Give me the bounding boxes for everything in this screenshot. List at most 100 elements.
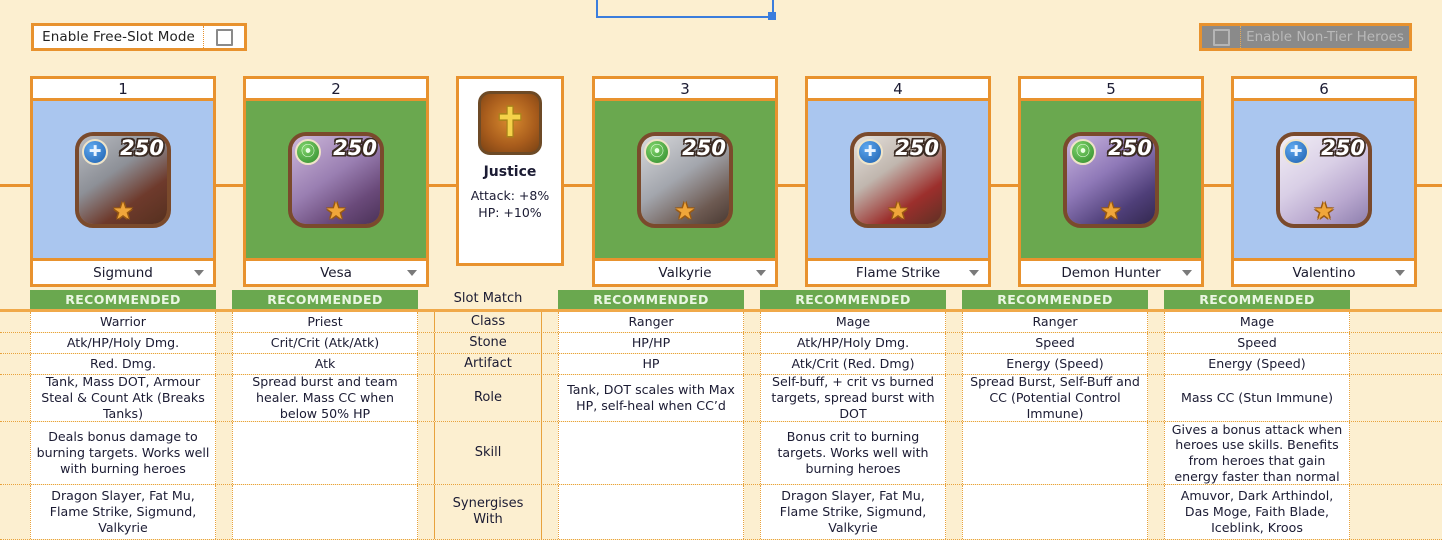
hero-avatar: ✚ 250 ★: [1276, 131, 1372, 228]
row-edge: [0, 422, 30, 484]
row-edge: [0, 354, 30, 374]
column-gap: [418, 422, 434, 484]
role-value: Tank, DOT scales with Max HP, self-heal …: [558, 375, 744, 421]
skill-value: Deals bonus damage to burning targets. W…: [30, 422, 216, 484]
hero-portrait[interactable]: ✚ 250 ★: [805, 101, 991, 261]
column-gap: [216, 312, 232, 332]
column-gap: [1148, 485, 1164, 539]
artifact-hp-stat: HP: +10%: [478, 204, 542, 220]
row-edge: [1350, 375, 1379, 421]
column-gap: [1148, 375, 1164, 421]
light-faction-icon: ✚: [1283, 138, 1309, 165]
chevron-down-icon[interactable]: [407, 269, 417, 276]
hero-avatar: ⦿ 250 ★: [1063, 131, 1159, 228]
artifact-value: Atk: [232, 354, 418, 374]
slot-number: 3: [592, 76, 778, 101]
chevron-down-icon[interactable]: [194, 269, 204, 276]
column-gap: [542, 354, 558, 374]
non-tier-heroes-checkbox[interactable]: [1202, 26, 1241, 48]
non-tier-heroes-label: Enable Non-Tier Heroes: [1246, 29, 1404, 45]
slot-card: 4 ✚ 250 ★ Flame Strike: [805, 76, 991, 287]
column-gap: [744, 333, 760, 353]
column-gap: [1148, 312, 1164, 332]
column-gap: [744, 312, 760, 332]
hero-portrait[interactable]: ⦿ 250 ★: [592, 101, 778, 261]
chevron-down-icon[interactable]: [756, 269, 766, 276]
hero-level: 250: [1108, 135, 1152, 160]
synergises-value: [962, 485, 1148, 539]
chevron-down-icon[interactable]: [969, 269, 979, 276]
hero-select[interactable]: Flame Strike: [805, 261, 991, 287]
row-label-class: Class: [434, 312, 542, 332]
column-gap: [542, 422, 558, 484]
hero-select[interactable]: Sigmund: [30, 261, 216, 287]
column-gap: [216, 290, 232, 309]
hero-level: 250: [333, 135, 377, 160]
slot-card: 1 ✚ 250 ★ Sigmund: [30, 76, 216, 287]
column-gap: [946, 354, 962, 374]
column-gap: [1148, 290, 1164, 309]
selection-marquee[interactable]: [596, 0, 776, 20]
row-edge: [1350, 422, 1379, 484]
column-gap: [744, 422, 760, 484]
row-label-synergises: Synergises With: [434, 485, 542, 539]
column-gap: [744, 290, 760, 309]
selection-handle[interactable]: [768, 12, 776, 20]
row-label-artifact: Artifact: [434, 354, 542, 374]
synergises-value: Dragon Slayer, Fat Mu, Flame Strike, Sig…: [30, 485, 216, 539]
chevron-down-icon[interactable]: [1182, 269, 1192, 276]
column-gap: [946, 375, 962, 421]
star-icon: ★: [887, 196, 909, 225]
column-gap: [418, 354, 434, 374]
hero-portrait[interactable]: ✚ 250 ★: [30, 101, 216, 261]
hero-portrait[interactable]: ⦿ 250 ★: [243, 101, 429, 261]
hero-avatar: ✚ 250 ★: [850, 131, 946, 228]
hero-name-label: Flame Strike: [855, 264, 941, 281]
stone-value: Crit/Crit (Atk/Atk): [232, 333, 418, 353]
hero-portrait[interactable]: ⦿ 250 ★: [1018, 101, 1204, 261]
chevron-down-icon[interactable]: [1395, 269, 1405, 276]
hero-name-label: Sigmund: [93, 264, 153, 281]
stone-value: Atk/HP/Holy Dmg.: [30, 333, 216, 353]
hero-name-label: Valkyrie: [658, 264, 712, 281]
star-icon: ★: [112, 196, 134, 225]
hero-select[interactable]: Vesa: [243, 261, 429, 287]
column-gap: [744, 485, 760, 539]
stone-value: Speed: [1164, 333, 1350, 353]
row-label-slot-match: Slot Match: [434, 290, 542, 309]
free-slot-mode-toggle[interactable]: Enable Free-Slot Mode: [31, 23, 247, 51]
slot-number: 5: [1018, 76, 1204, 101]
role-value: Tank, Mass DOT, Armour Steal & Count Atk…: [30, 374, 216, 421]
class-value: Ranger: [558, 312, 744, 332]
nature-faction-icon: ⦿: [295, 138, 321, 165]
star-icon: ★: [674, 196, 696, 225]
column-gap: [418, 290, 434, 309]
hero-select[interactable]: Valkyrie: [592, 261, 778, 287]
free-slot-mode-checkbox[interactable]: [204, 26, 244, 48]
column-gap: [418, 312, 434, 332]
slot-match-value: RECOMMENDED: [232, 290, 418, 309]
free-slot-mode-label: Enable Free-Slot Mode: [34, 26, 204, 48]
class-value: Mage: [1164, 312, 1350, 332]
star-icon: ★: [1100, 196, 1122, 225]
table-row: Warrior Priest Class Ranger Mage Ranger Mage: [0, 312, 1442, 333]
column-gap: [216, 485, 232, 539]
comparison-table: RECOMMENDED RECOMMENDED Slot Match RECOMMEN…: [0, 290, 1442, 540]
column-gap: [946, 333, 962, 353]
hero-avatar: ⦿ 250 ★: [637, 131, 733, 228]
row-edge: [1350, 485, 1379, 539]
hero-portrait[interactable]: ✚ 250 ★: [1231, 101, 1417, 261]
row-edge: [1350, 333, 1379, 353]
hero-name-label: Vesa: [320, 264, 352, 281]
hero-avatar: ⦿ 250 ★: [288, 131, 384, 228]
row-label-role: Role: [434, 375, 542, 421]
hero-select[interactable]: Valentino: [1231, 261, 1417, 287]
slot-number: 4: [805, 76, 991, 101]
checkbox-icon: [215, 28, 233, 46]
column-gap: [542, 312, 558, 332]
hero-select[interactable]: Demon Hunter: [1018, 261, 1204, 287]
synergises-value: [558, 485, 744, 539]
light-faction-icon: ✚: [857, 138, 883, 165]
non-tier-heroes-toggle[interactable]: Enable Non-Tier Heroes: [1199, 23, 1412, 51]
artifact-card[interactable]: ✝ Justice Attack: +8% HP: +10%: [456, 76, 564, 266]
